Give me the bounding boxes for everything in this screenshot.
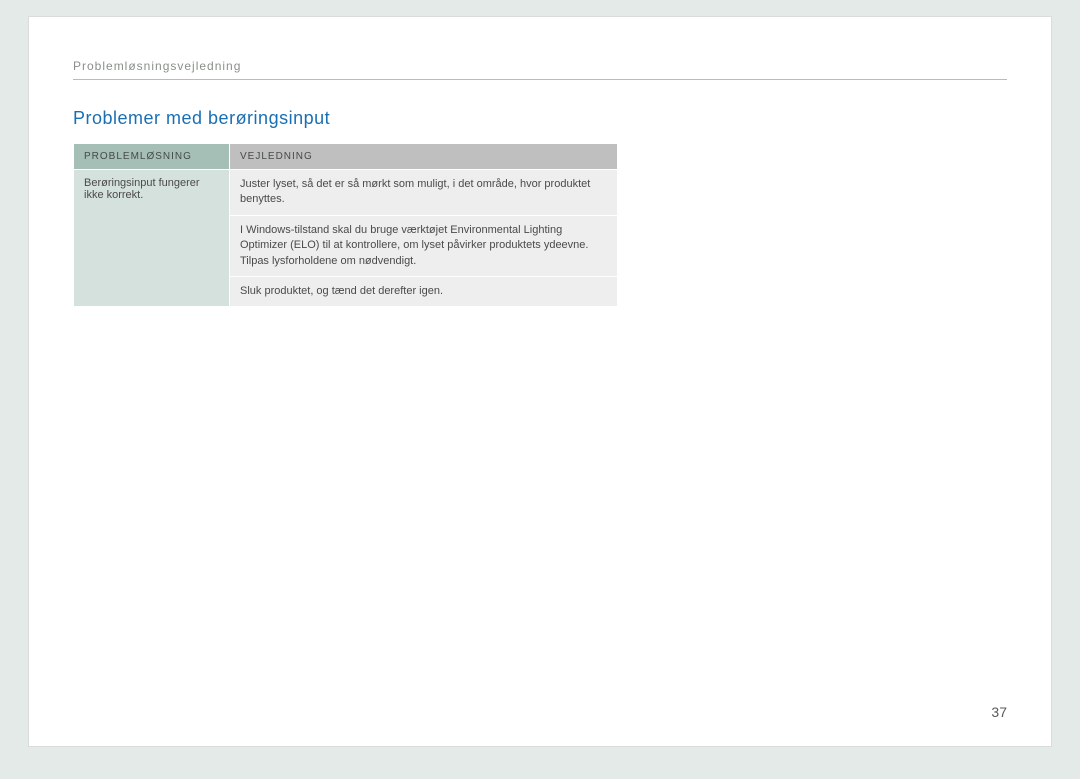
table-header-guide: VEJLEDNING <box>230 144 618 170</box>
table-row: Berøringsinput fungerer ikke korrekt. Ju… <box>74 170 618 216</box>
problem-cell: Berøringsinput fungerer ikke korrekt. <box>74 170 230 307</box>
guide-cell: I Windows-tilstand skal du bruge værktøj… <box>230 215 618 276</box>
table-header-problem: PROBLEMLØSNING <box>74 144 230 170</box>
troubleshooting-table: PROBLEMLØSNING VEJLEDNING Berøringsinput… <box>73 143 618 307</box>
chapter-label: Problemløsningsvejledning <box>73 59 1007 79</box>
document-page: Problemløsningsvejledning Problemer med … <box>28 16 1052 747</box>
section-title: Problemer med berøringsinput <box>73 108 1007 129</box>
guide-cell: Juster lyset, så det er så mørkt som mul… <box>230 170 618 216</box>
divider <box>73 79 1007 80</box>
page-number: 37 <box>991 704 1007 720</box>
guide-cell: Sluk produktet, og tænd det derefter ige… <box>230 276 618 306</box>
